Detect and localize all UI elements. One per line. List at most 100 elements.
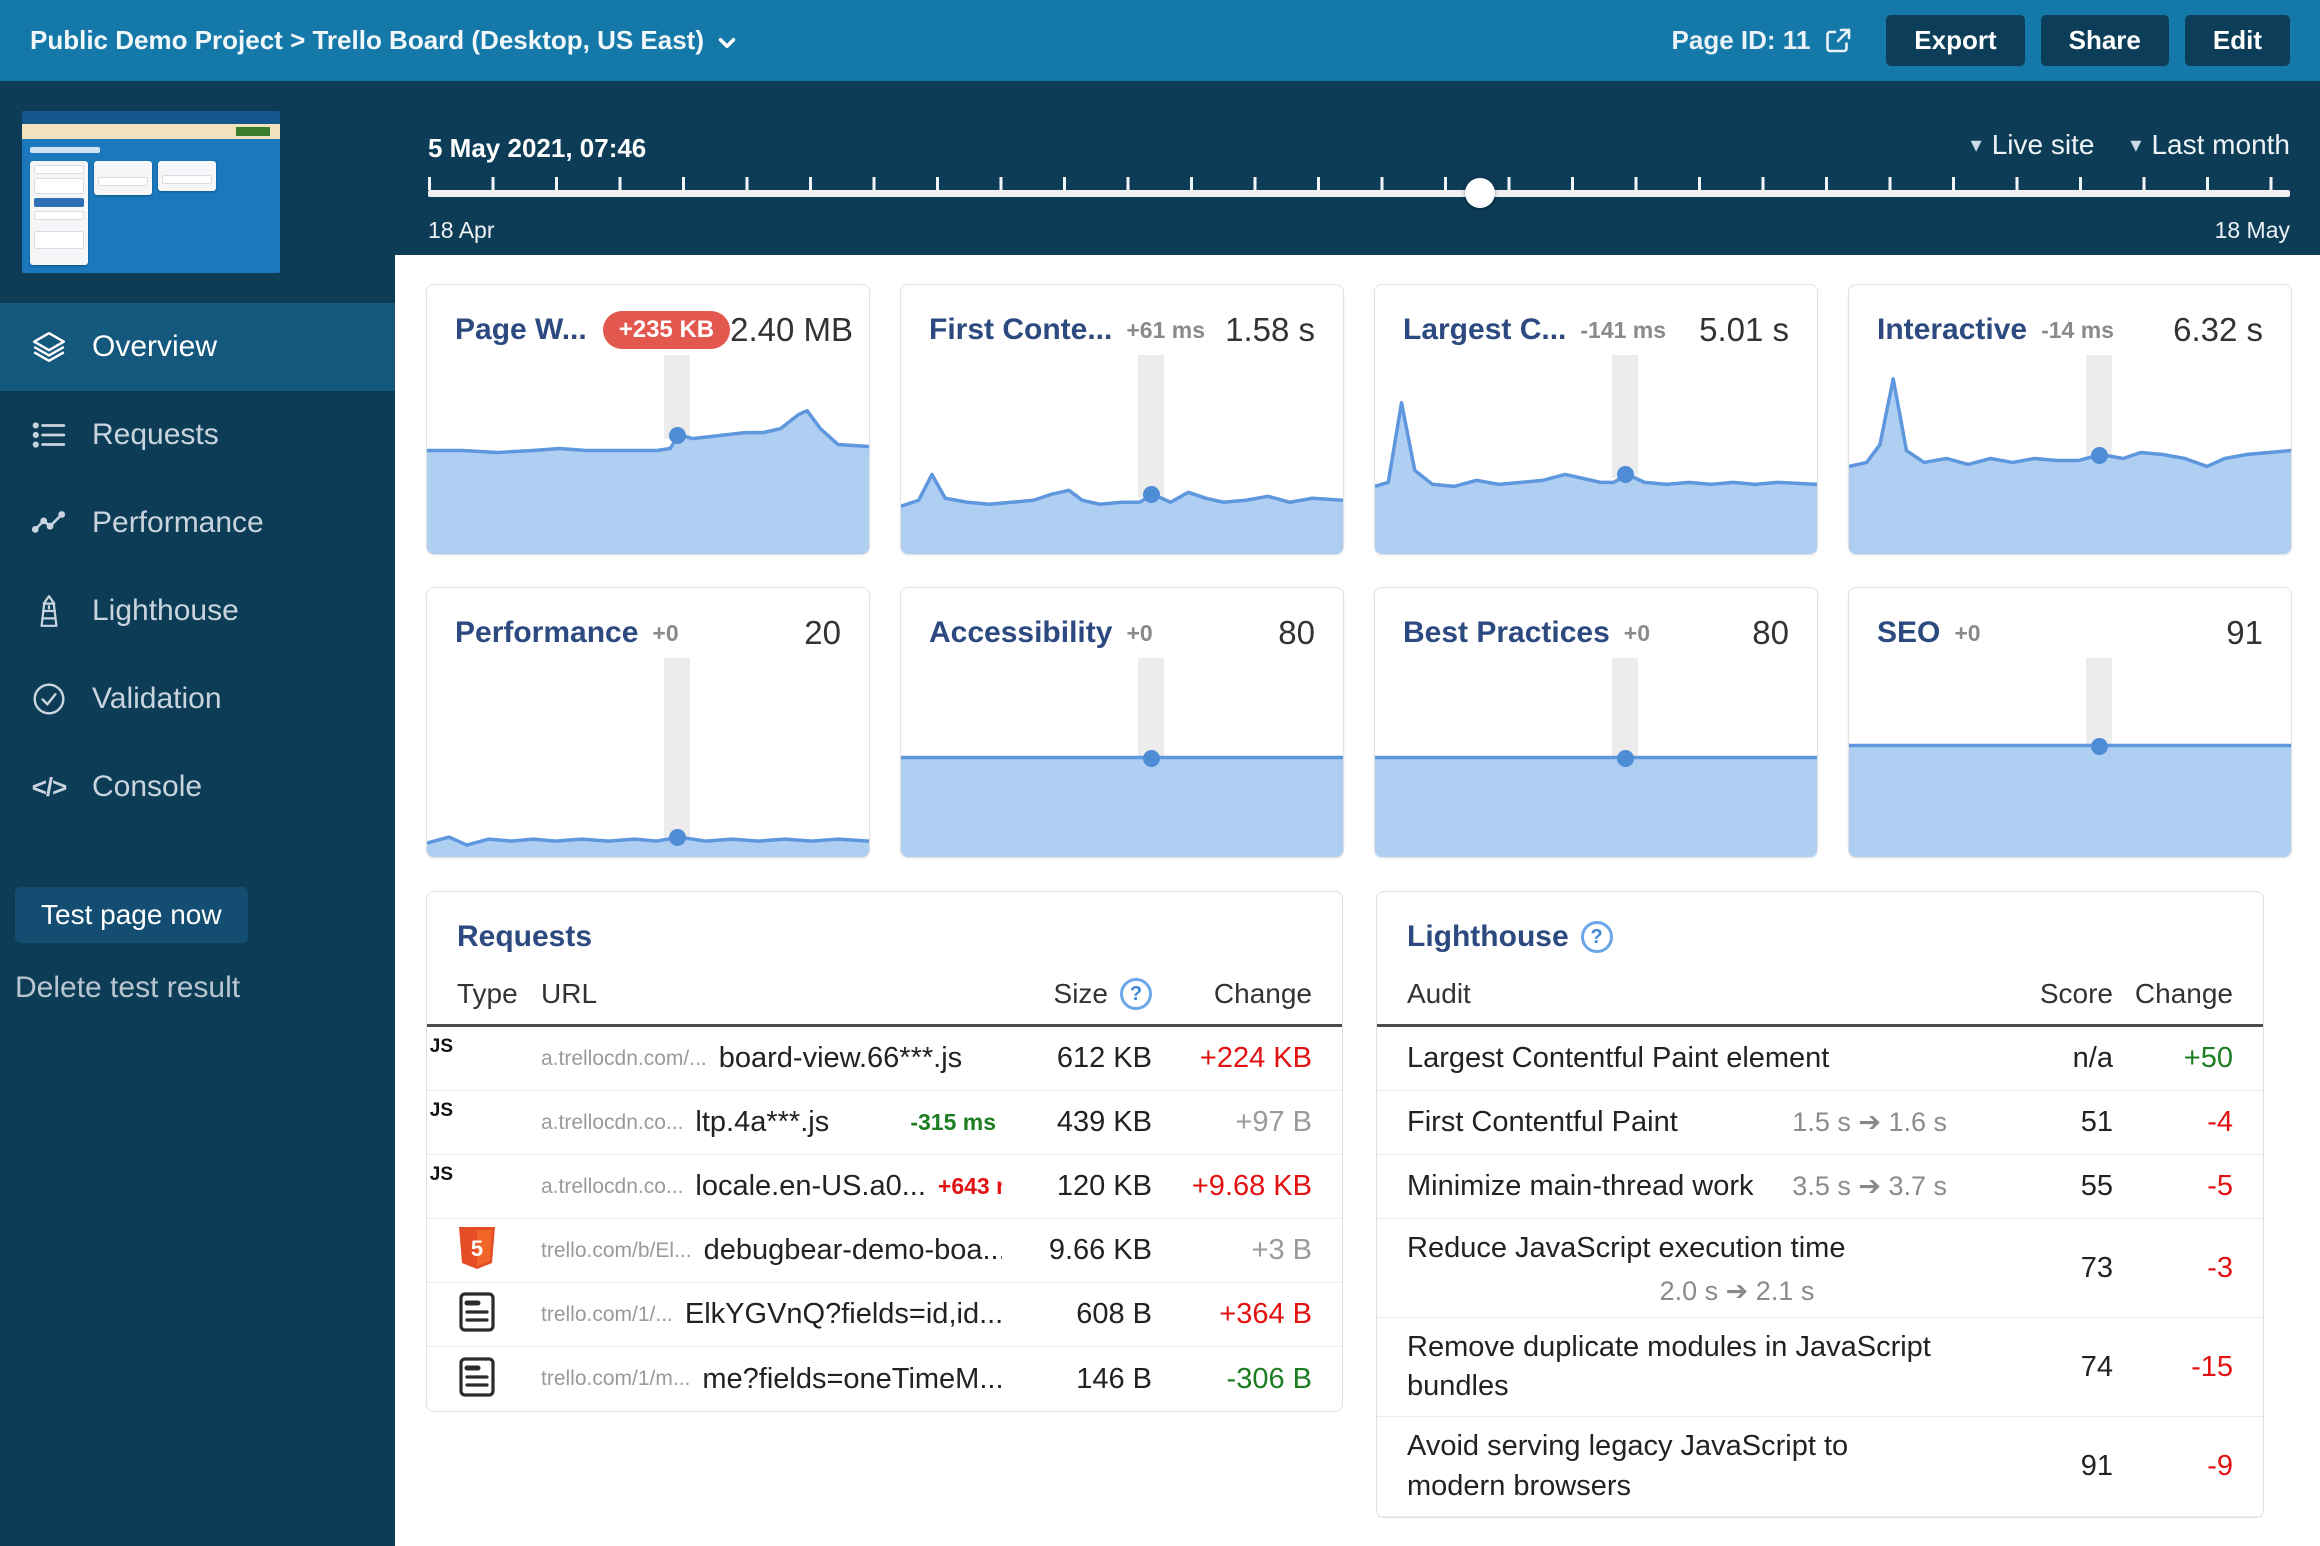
request-name: ltp.4a***.js <box>695 1106 829 1139</box>
request-size: 608 B <box>1002 1298 1152 1331</box>
metric-card-accessibility-score[interactable]: Accessibility +0 80 <box>900 587 1344 858</box>
lighthouse-row[interactable]: Avoid serving legacy JavaScript to moder… <box>1377 1417 2263 1516</box>
metric-card-first-contentful-paint[interactable]: First Conte... +61 ms 1.58 s <box>900 284 1344 555</box>
edit-button[interactable]: Edit <box>2185 15 2290 66</box>
svg-text:5: 5 <box>471 1236 483 1261</box>
request-size: 146 B <box>1002 1363 1152 1396</box>
metric-card-largest-contentful-paint[interactable]: Largest C... -141 ms 5.01 s <box>1374 284 1818 555</box>
audit-score: 73 <box>1983 1252 2113 1285</box>
metric-card-seo-score[interactable]: SEO +0 91 <box>1848 587 2292 858</box>
card-change: +0 <box>1624 620 1650 647</box>
card-change: +0 <box>652 620 678 647</box>
sidebar-item-requests[interactable]: Requests <box>0 391 395 479</box>
selected-run-dot[interactable] <box>1143 750 1160 767</box>
card-title: Interactive <box>1877 313 2027 347</box>
card-value: 20 <box>804 614 841 652</box>
lighthouse-row[interactable]: Largest Contentful Paint element n/a +50 <box>1377 1027 2263 1091</box>
test-page-now-button[interactable]: Test page now <box>15 887 248 943</box>
sidebar-item-label: Console <box>92 770 202 804</box>
requests-panel: Requests Type URL Size ? Change JS a. <box>426 891 1343 1412</box>
live-site-selector[interactable]: ▾ Live site <box>1971 129 2095 161</box>
request-host: a.trellocdn.co... <box>541 1175 683 1199</box>
request-host: a.trellocdn.co... <box>541 1111 683 1135</box>
sidebar-item-overview[interactable]: Overview <box>0 303 395 391</box>
range-start-label: 18 Apr <box>428 217 495 244</box>
audit-name: Minimize main-thread work <box>1407 1167 1754 1206</box>
request-change: +9.68 KB <box>1152 1170 1312 1203</box>
audit-name: Remove duplicate modules in JavaScript b… <box>1407 1328 1947 1406</box>
lighthouse-panel: Lighthouse ? Audit Score Change Largest … <box>1376 891 2264 1518</box>
audit-change: -9 <box>2113 1450 2233 1483</box>
audit-name: Reduce JavaScript execution time <box>1407 1229 1947 1268</box>
request-row[interactable]: JS a.trellocdn.co... locale.en-US.a0... … <box>427 1155 1342 1219</box>
request-name: debugbear-demo-boa... <box>704 1234 1002 1267</box>
selected-run-dot[interactable] <box>1617 750 1634 767</box>
lighthouse-row[interactable]: Reduce JavaScript execution time 2.0 s ➔… <box>1377 1219 2263 1318</box>
date-range-selector[interactable]: ▾ Last month <box>2130 129 2290 161</box>
metric-card-best-practices-score[interactable]: Best Practices +0 80 <box>1374 587 1818 858</box>
card-title: Accessibility <box>929 616 1112 650</box>
sidebar-item-performance[interactable]: Performance <box>0 479 395 567</box>
metric-card-performance-score[interactable]: Performance +0 20 <box>426 587 870 858</box>
lighthouse-help-icon[interactable]: ? <box>1581 921 1613 953</box>
timeline-slider[interactable] <box>428 177 2290 197</box>
lighthouse-row[interactable]: Minimize main-thread work 3.5 s ➔ 3.7 s … <box>1377 1155 2263 1219</box>
site-thumbnail[interactable] <box>22 111 280 273</box>
request-name: ElkYGVnQ?fields=id,id... <box>685 1298 1002 1331</box>
delete-test-result-link[interactable]: Delete test result <box>15 971 395 1005</box>
thumbnail-list <box>94 161 152 195</box>
metric-card-interactive[interactable]: Interactive -14 ms 6.32 s <box>1848 284 2292 555</box>
external-link-icon[interactable] <box>1822 25 1854 57</box>
audit-timing: 3.5 s ➔ 3.7 s <box>1792 1171 1947 1202</box>
request-host: trello.com/1/m... <box>541 1367 690 1391</box>
selected-run-dot[interactable] <box>669 829 686 846</box>
page-id: Page ID: 11 <box>1672 25 1855 57</box>
sidebar-nav: Overview Requests Performance Lighthouse <box>0 303 395 831</box>
metric-card-page-weight[interactable]: Page W... +235 KB 2.40 MB <box>426 284 870 555</box>
sidebar-item-lighthouse[interactable]: Lighthouse <box>0 567 395 655</box>
request-timing: -315 ms <box>910 1109 1002 1136</box>
selected-run-dot[interactable] <box>1617 466 1634 483</box>
share-button[interactable]: Share <box>2041 15 2169 66</box>
requests-table-header: Type URL Size ? Change <box>427 962 1342 1027</box>
request-row[interactable]: trello.com/1/... ElkYGVnQ?fields=id,id..… <box>427 1283 1342 1347</box>
selected-run-dot[interactable] <box>2091 447 2108 464</box>
slider-handle[interactable] <box>1465 178 1495 208</box>
column-header-change: Change <box>2113 978 2233 1010</box>
breadcrumb[interactable]: Public Demo Project > Trello Board (Desk… <box>30 25 740 56</box>
card-title: SEO <box>1877 616 1940 650</box>
card-title: Largest C... <box>1403 313 1566 347</box>
selected-run-dot[interactable] <box>669 427 686 444</box>
chevron-down-icon <box>714 30 740 56</box>
export-button[interactable]: Export <box>1886 15 2024 66</box>
audit-change: -3 <box>2113 1252 2233 1285</box>
sidebar-item-validation[interactable]: Validation <box>0 655 395 743</box>
selected-run-dot[interactable] <box>2091 738 2108 755</box>
live-site-label: Live site <box>1992 129 2095 161</box>
layers-icon <box>30 328 68 366</box>
sidebar-item-console[interactable]: </> Console <box>0 743 395 831</box>
slider-track[interactable] <box>428 190 2290 197</box>
change-badge: +235 KB <box>603 311 730 349</box>
card-change: +0 <box>1954 620 1980 647</box>
card-title: Best Practices <box>1403 616 1610 650</box>
thumbnail-header-strip <box>22 111 280 124</box>
size-help-icon[interactable]: ? <box>1120 978 1152 1010</box>
sparkline-chart <box>901 355 1343 554</box>
sidebar-item-label: Requests <box>92 418 219 452</box>
card-value: 5.01 s <box>1699 311 1789 349</box>
lighthouse-row[interactable]: Remove duplicate modules in JavaScript b… <box>1377 1318 2263 1417</box>
request-row[interactable]: JS a.trellocdn.com/... board-view.66***.… <box>427 1027 1342 1091</box>
request-name: locale.en-US.a0... <box>695 1170 926 1203</box>
card-title: Performance <box>455 616 638 650</box>
request-row[interactable]: 5 trello.com/b/El... debugbear-demo-boa.… <box>427 1219 1342 1283</box>
request-row[interactable]: trello.com/1/m... me?fields=oneTimeM... … <box>427 1347 1342 1411</box>
selected-run-dot[interactable] <box>1143 486 1160 503</box>
request-change: +224 KB <box>1152 1042 1312 1075</box>
request-size: 439 KB <box>1002 1106 1152 1139</box>
card-value: 2.40 MB <box>730 311 853 349</box>
request-row[interactable]: JS a.trellocdn.co... ltp.4a***.js -315 m… <box>427 1091 1342 1155</box>
sparkline-chart <box>1375 355 1817 554</box>
request-name: board-view.66***.js <box>719 1042 962 1075</box>
lighthouse-row[interactable]: First Contentful Paint 1.5 s ➔ 1.6 s 51 … <box>1377 1091 2263 1155</box>
